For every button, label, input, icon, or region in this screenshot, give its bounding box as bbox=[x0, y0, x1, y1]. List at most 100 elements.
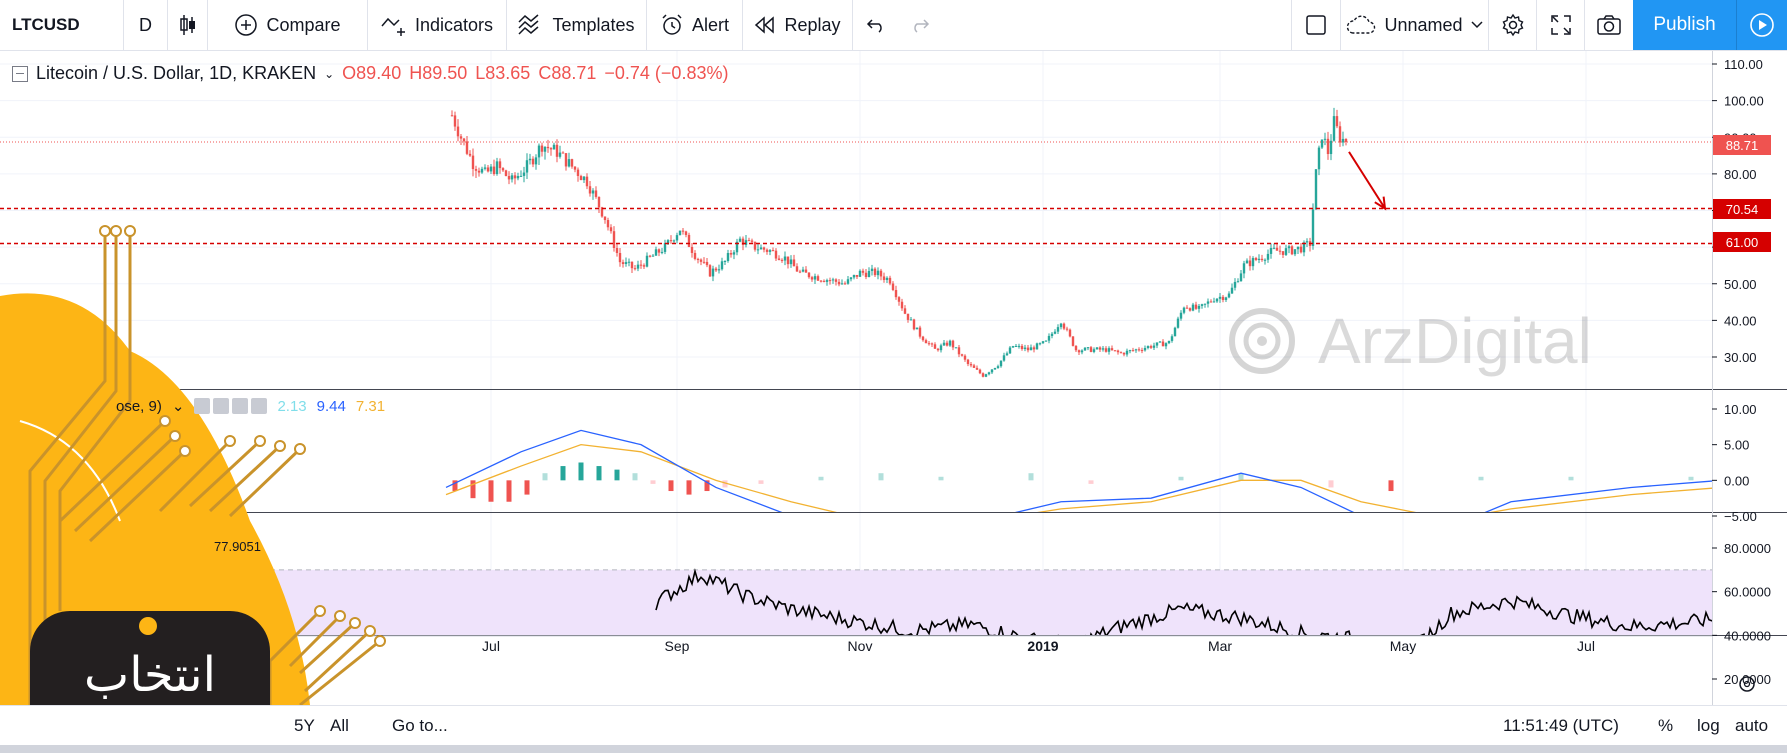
cloud-icon bbox=[1346, 15, 1376, 35]
symbol-title[interactable]: Litecoin / U.S. Dollar, 1D, KRAKEN bbox=[36, 63, 316, 84]
candle-body bbox=[1170, 336, 1174, 341]
rsi-axis-tick-label: 20.0000 bbox=[1724, 672, 1771, 687]
candle-body bbox=[1155, 342, 1159, 346]
candle-body bbox=[933, 344, 937, 349]
alert-button[interactable]: Alert bbox=[647, 0, 743, 50]
settings-icon[interactable] bbox=[213, 398, 230, 414]
range-5y-button[interactable]: 5Y bbox=[294, 716, 315, 736]
log-scale-button[interactable]: log bbox=[1697, 716, 1720, 736]
candle-body bbox=[738, 238, 742, 242]
rsi-axis-tick-label: 80.0000 bbox=[1724, 541, 1771, 556]
source-code-icon[interactable] bbox=[232, 398, 249, 414]
candle-body bbox=[789, 259, 793, 265]
percent-scale-button[interactable]: % bbox=[1658, 716, 1673, 736]
candle-body bbox=[894, 290, 898, 298]
play-button[interactable] bbox=[1737, 0, 1787, 50]
candle-body bbox=[1107, 348, 1111, 352]
candle-body bbox=[1344, 138, 1348, 142]
candle-body bbox=[969, 364, 973, 366]
compare-button[interactable]: Compare bbox=[208, 0, 368, 50]
macd-histogram-bar bbox=[1478, 476, 1484, 481]
last-price-label: 88.71 bbox=[1726, 138, 1759, 153]
collapse-legend-icon[interactable] bbox=[12, 65, 28, 82]
range-all-button[interactable]: All bbox=[330, 716, 349, 736]
candle-body bbox=[903, 308, 907, 314]
candle-body bbox=[1023, 347, 1027, 349]
clock-time[interactable]: 11:51:49 (UTC) bbox=[1503, 716, 1619, 736]
candle-body bbox=[876, 270, 880, 276]
level-1-label: 70.54 bbox=[1726, 202, 1759, 217]
settings-button[interactable] bbox=[1489, 0, 1537, 50]
candle-body bbox=[858, 270, 862, 277]
candle-body bbox=[1071, 336, 1075, 346]
interval-button[interactable]: D bbox=[124, 0, 168, 50]
templates-button[interactable]: Templates bbox=[507, 0, 647, 50]
macd-histogram-bar bbox=[878, 473, 884, 481]
candle-body bbox=[1230, 287, 1234, 294]
chevron-down-icon[interactable]: ⌄ bbox=[172, 397, 185, 415]
candle-body bbox=[645, 255, 649, 267]
candle-body bbox=[477, 170, 481, 173]
replay-button[interactable]: Replay bbox=[743, 0, 853, 50]
candle-body bbox=[885, 277, 889, 280]
candle-body bbox=[1122, 352, 1126, 355]
high-value: H89.50 bbox=[409, 63, 468, 83]
macd-histogram-bar bbox=[1568, 476, 1574, 481]
candle-body bbox=[651, 255, 655, 257]
indicators-label: Indicators bbox=[414, 14, 494, 35]
price-level-labels: 88.71 70.54 61.00 bbox=[1713, 135, 1771, 252]
candle-body bbox=[1161, 341, 1165, 347]
macd-histogram-bar bbox=[632, 473, 638, 481]
candle-body bbox=[1116, 350, 1120, 353]
indicators-icon bbox=[381, 14, 407, 36]
candle-body bbox=[552, 144, 556, 150]
publish-button[interactable]: Publish bbox=[1633, 0, 1737, 50]
candle-body bbox=[591, 190, 595, 194]
select-tool-button[interactable] bbox=[1291, 0, 1341, 50]
candle-body bbox=[522, 172, 526, 176]
candle-body bbox=[1191, 304, 1195, 311]
candle-body bbox=[816, 276, 820, 281]
symbol-search-button[interactable]: LTCUSD bbox=[0, 0, 124, 50]
candle-body bbox=[966, 359, 970, 365]
fullscreen-button[interactable] bbox=[1537, 0, 1585, 50]
top-toolbar: LTCUSD D Compare Indicators Templates Al… bbox=[0, 0, 1787, 51]
candle-body bbox=[459, 136, 463, 139]
layout-menu-button[interactable]: Unnamed bbox=[1341, 0, 1489, 50]
candle-body bbox=[960, 354, 964, 356]
candle-body bbox=[1128, 350, 1132, 352]
goto-button[interactable]: Go to... bbox=[392, 716, 448, 736]
macd-histogram-bar bbox=[614, 469, 620, 481]
candle-body bbox=[753, 241, 757, 250]
candle-body bbox=[768, 250, 772, 252]
candle-body bbox=[1041, 341, 1045, 344]
candle-body bbox=[840, 283, 844, 285]
candle-body bbox=[657, 249, 661, 253]
macd-axis-tick-label: 5.00 bbox=[1724, 438, 1749, 453]
circuit-node bbox=[314, 605, 326, 617]
indicators-button[interactable]: Indicators bbox=[368, 0, 507, 50]
auto-scale-button[interactable]: auto bbox=[1735, 716, 1768, 736]
candle-body bbox=[567, 159, 571, 167]
candle-body bbox=[501, 168, 505, 171]
candle-body bbox=[1299, 246, 1303, 253]
snapshot-button[interactable] bbox=[1585, 0, 1633, 50]
macd-title[interactable]: ose, 9) bbox=[116, 398, 162, 415]
candle-body bbox=[543, 146, 547, 152]
trading-chart-app: LTCUSD D Compare Indicators Templates Al… bbox=[0, 0, 1787, 753]
rewind-icon bbox=[754, 16, 776, 34]
chart-canvas[interactable]: ArzDigital 110.00100.0090.0080.0070.0060… bbox=[0, 51, 1787, 705]
candle-body bbox=[798, 271, 802, 273]
eye-icon[interactable] bbox=[194, 398, 211, 414]
close-icon[interactable] bbox=[251, 398, 268, 414]
candle-body bbox=[1287, 246, 1291, 249]
arzdigital-watermark: ArzDigital bbox=[1229, 305, 1592, 377]
redo-icon[interactable] bbox=[910, 17, 930, 33]
chevron-down-icon[interactable]: ⌄ bbox=[324, 67, 334, 81]
candle-body bbox=[534, 157, 538, 165]
candle-body bbox=[1329, 140, 1333, 155]
chart-style-button[interactable] bbox=[168, 0, 208, 50]
candle-body bbox=[450, 115, 454, 117]
candle-body bbox=[834, 279, 838, 282]
undo-icon[interactable] bbox=[866, 17, 886, 33]
